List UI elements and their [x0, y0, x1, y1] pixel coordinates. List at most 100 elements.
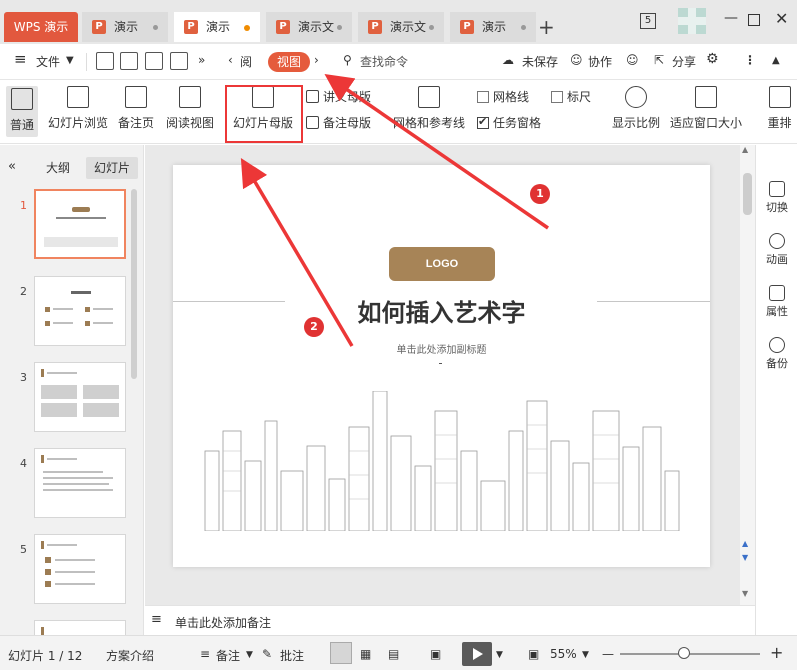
theme-name[interactable]: 方案介绍 [106, 647, 154, 664]
ruler-check[interactable] [551, 91, 563, 103]
grid-guides-button[interactable]: 网格和参考线 [393, 86, 465, 131]
slide-thumbnail-5[interactable] [34, 534, 126, 604]
more-tools-icon[interactable]: » [198, 53, 205, 67]
reading-view-icon[interactable]: ▤ [388, 647, 399, 661]
save-icon[interactable] [96, 52, 114, 70]
slide-sorter-button[interactable]: 幻灯片浏览 [48, 86, 108, 131]
fit-window-button[interactable]: 适应窗口大小 [670, 86, 742, 131]
transition-button[interactable]: 切换 [756, 181, 797, 215]
slide-subtitle[interactable]: 单击此处添加副标题 [173, 341, 710, 356]
slide-thumbnail-6[interactable] [34, 620, 126, 635]
logo-placeholder[interactable]: LOGO [389, 247, 495, 281]
file-menu[interactable]: 文件 [36, 53, 60, 70]
unsaved-status[interactable]: 未保存 [522, 53, 558, 70]
slide-thumbnail-1[interactable] [34, 189, 126, 259]
collab-button[interactable]: 协作 [588, 53, 612, 70]
doc-tab-4[interactable]: P 演示文 [358, 12, 444, 42]
notes-toggle[interactable]: 备注 [216, 647, 240, 664]
task-pane-check[interactable] [477, 115, 489, 129]
gridlines-check[interactable] [477, 91, 489, 103]
rearrange-label: 重排 [767, 116, 792, 130]
command-search[interactable]: 查找命令 [360, 53, 408, 70]
notes-page-button[interactable]: 备注页 [118, 86, 154, 131]
notes-bar[interactable]: ≡ 单击此处添加备注 [145, 605, 755, 635]
tab-outline[interactable]: 大纲 [38, 157, 78, 179]
close-button[interactable]: ✕ [775, 9, 788, 28]
slide-thumbnail-2[interactable] [34, 276, 126, 346]
backup-button[interactable]: 备份 [756, 337, 797, 371]
notes-toggle-icon[interactable]: ≡ [200, 647, 210, 661]
zoom-in-button[interactable]: + [770, 643, 783, 662]
print-preview-icon[interactable] [170, 52, 188, 70]
gear-icon[interactable]: ⚙ [706, 51, 719, 67]
zoom-slider-knob[interactable] [678, 647, 691, 659]
normal-view-toggle[interactable] [330, 642, 352, 664]
minimize-button[interactable]: — [724, 10, 738, 26]
scroll-up-icon[interactable]: ▲ [742, 145, 748, 154]
new-tab-button[interactable]: + [538, 14, 555, 40]
doc-tab-3[interactable]: P 演示文 [266, 12, 352, 42]
collapse-ribbon-icon[interactable]: ▲ [772, 55, 780, 66]
slide-thumbnail-4[interactable] [34, 448, 126, 518]
slide-editor[interactable]: LOGO 如何插入艺术字 单击此处添加副标题 [173, 165, 710, 567]
scroll-thumb[interactable] [743, 173, 752, 215]
scroll-up-icon[interactable]: ▲ [742, 539, 748, 548]
cloud-icon: ☁ [502, 53, 514, 67]
chevron-down-icon[interactable]: ▼ [582, 650, 589, 660]
share-button[interactable]: 分享 [672, 53, 696, 70]
reading-view-button[interactable]: 阅读视图 [166, 86, 214, 131]
panel-scrollbar[interactable] [131, 189, 137, 379]
thumb-line [55, 571, 95, 573]
scroll-right-icon[interactable]: › [314, 53, 319, 67]
view-tab[interactable]: 视图 [268, 52, 310, 72]
animation-button[interactable]: 动画 [756, 233, 797, 267]
review-tab[interactable]: 阅 [240, 53, 252, 70]
maximize-button[interactable] [748, 14, 760, 26]
comment-icon[interactable]: ☺ [626, 53, 639, 67]
gridlines-checkbox[interactable]: 网格线 [477, 88, 529, 105]
zoom-out-button[interactable]: — [602, 647, 614, 661]
rearrange-button[interactable]: 重排 [762, 86, 797, 131]
doc-tab-1[interactable]: P 演示 [82, 12, 168, 42]
thumb-marker [41, 627, 44, 635]
presenter-icon[interactable]: ▣ [430, 647, 441, 661]
ruler-checkbox[interactable]: 标尺 [551, 88, 591, 105]
export-pdf-icon[interactable] [120, 52, 138, 70]
notes-placeholder[interactable]: 单击此处添加备注 [175, 614, 271, 631]
more-options-icon[interactable]: ⋮ [744, 53, 756, 67]
menu-icon[interactable]: ≡ [14, 50, 27, 68]
search-icon[interactable]: ⚲ [343, 53, 352, 67]
collapse-panel-icon[interactable]: « [8, 159, 16, 174]
tab-slides[interactable]: 幻灯片 [86, 157, 139, 179]
fit-icon[interactable]: ▣ [528, 647, 539, 661]
zoom-button[interactable]: 显示比例 [612, 86, 660, 131]
chevron-down-icon[interactable]: ▼ [246, 650, 253, 660]
avatar[interactable] [674, 6, 710, 36]
doc-tab-5[interactable]: P 演示 [450, 12, 536, 42]
print-icon[interactable] [145, 52, 163, 70]
notes-master-button[interactable]: 备注母版 [306, 114, 371, 131]
window-count-badge[interactable]: 5 [640, 13, 656, 29]
play-slideshow-button[interactable] [462, 642, 492, 666]
comment-icon[interactable]: ✎ [262, 647, 272, 661]
slide-title[interactable]: 如何插入艺术字 [173, 293, 710, 328]
magnifier-icon [625, 86, 647, 108]
handout-master-button[interactable]: 讲义母版 [306, 88, 371, 105]
chevron-down-icon[interactable]: ▼ [496, 650, 503, 660]
wps-app-button[interactable]: WPS 演示 [4, 12, 78, 42]
scroll-down-icon[interactable]: ▼ [742, 589, 748, 598]
properties-button[interactable]: 属性 [756, 285, 797, 319]
grid-view-icon[interactable]: ▦ [360, 647, 371, 661]
zoom-slider-track[interactable] [620, 647, 760, 659]
scroll-down-icon[interactable]: ▼ [742, 553, 748, 562]
divider [86, 53, 87, 71]
canvas-scrollbar[interactable]: ▲ ▲ ▼ ▼ [740, 145, 755, 605]
scroll-left-icon[interactable]: ‹ [228, 53, 233, 67]
comments-toggle[interactable]: 批注 [280, 647, 304, 664]
doc-tab-2[interactable]: P 演示 [174, 12, 260, 42]
slide-thumbnail-3[interactable] [34, 362, 126, 432]
task-pane-checkbox[interactable]: 任务窗格 [477, 114, 541, 131]
zoom-level[interactable]: 55% [550, 647, 577, 661]
normal-view-button[interactable]: 普通 [6, 86, 39, 137]
chevron-down-icon[interactable]: ▼ [66, 55, 74, 66]
